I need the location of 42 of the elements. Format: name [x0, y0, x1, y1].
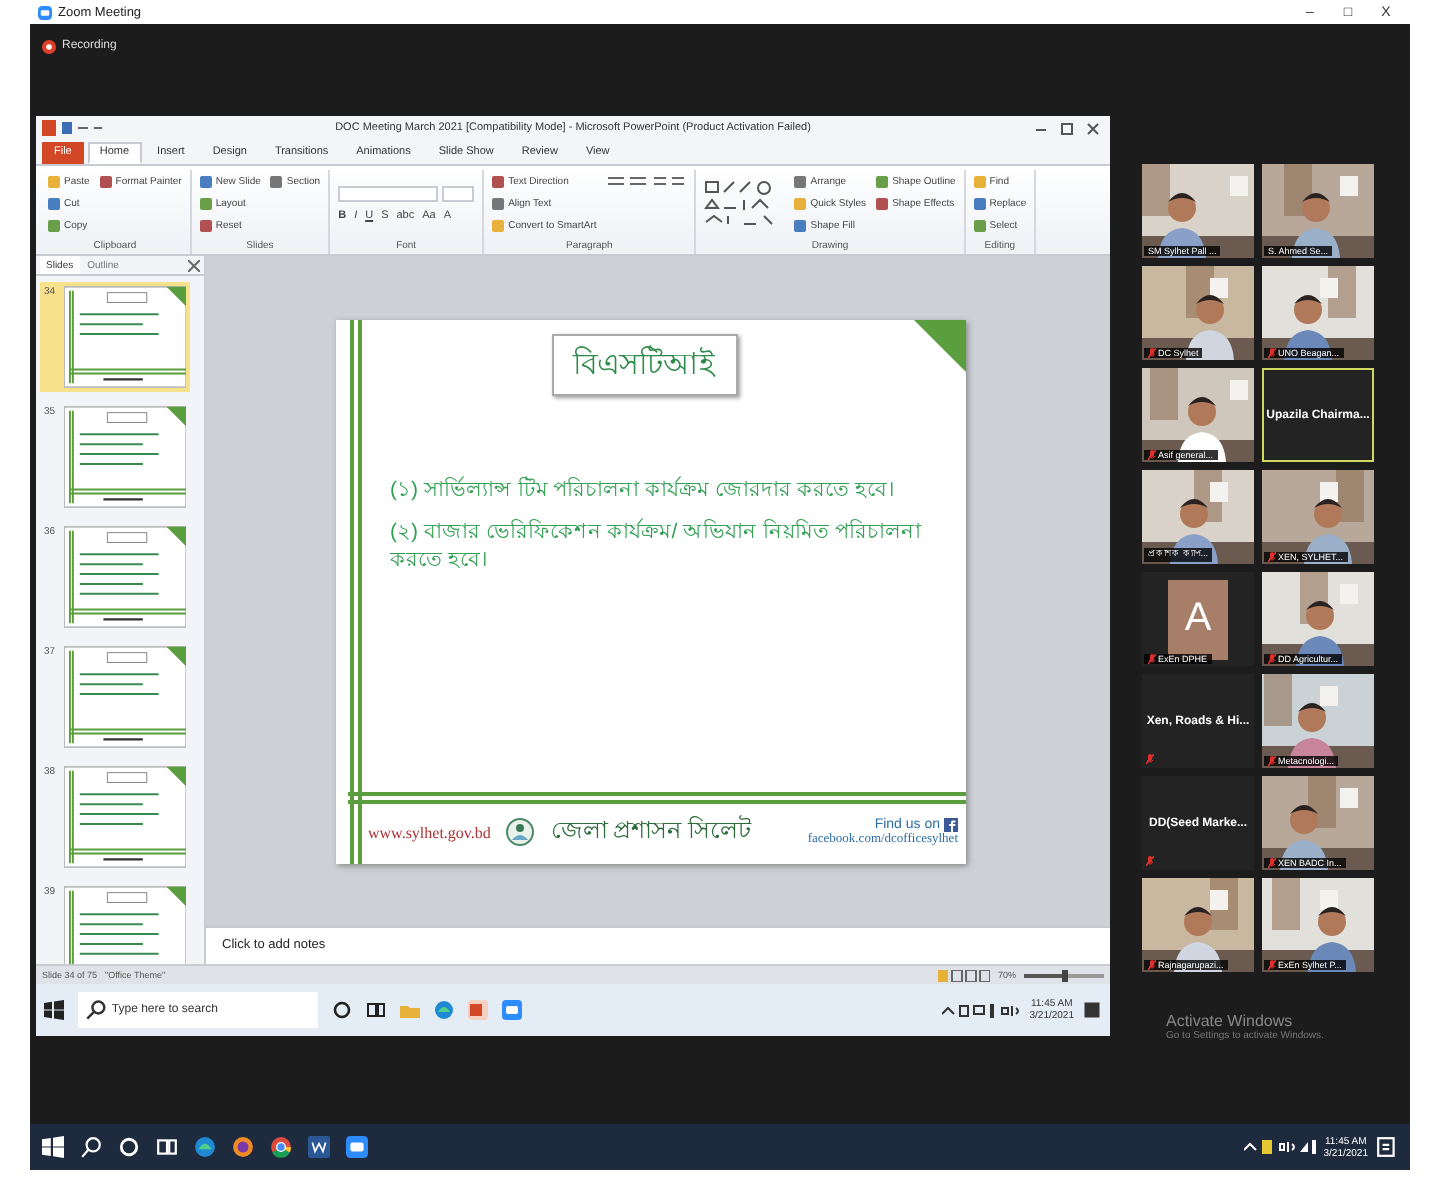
bullet-point: (২) বাজার ভেরিফিকেশন কার্যক্রম/ অভিযান নিয়মিত পরিচালনা করতে হবে।	[390, 517, 924, 577]
watermark-title: Activate Windows	[1166, 1012, 1295, 1030]
slide-thumbnail[interactable]	[63, 406, 186, 508]
emblem-icon	[506, 818, 535, 846]
task-view-icon[interactable]	[156, 1136, 178, 1158]
facebook-icon	[944, 818, 958, 832]
task-view-icon[interactable]	[366, 1000, 386, 1020]
search-icon	[86, 1000, 106, 1020]
notifications-icon[interactable]	[1376, 1136, 1398, 1158]
slide-thumbnail[interactable]	[63, 886, 186, 964]
windows-start-icon[interactable]	[42, 1136, 64, 1158]
recording-icon	[42, 40, 56, 54]
system-tray-icons[interactable]	[941, 1003, 1022, 1017]
corner-triangle	[914, 320, 966, 372]
zoom-app-icon[interactable]	[346, 1136, 368, 1158]
cortana-icon[interactable]	[332, 1000, 352, 1020]
edge-icon[interactable]	[194, 1136, 216, 1158]
powerpoint-icon[interactable]	[468, 1000, 488, 1020]
close-icon[interactable]	[188, 259, 200, 271]
slide-title: বিএসটিআই	[551, 334, 737, 396]
tool-icon	[270, 175, 283, 188]
system-tray-icons[interactable]	[1243, 1140, 1316, 1154]
zoom-logo-icon	[38, 5, 52, 19]
slide-thumbnail[interactable]	[63, 766, 186, 868]
firefox-icon[interactable]	[232, 1136, 254, 1158]
slide-thumbnail[interactable]	[63, 646, 186, 748]
slide-thumbnail[interactable]	[63, 286, 186, 388]
bullet-point: (১) সার্ভিল্যান্স টিম পরিচালনা কার্যক্রম জোরদার করতে হবে।	[390, 476, 897, 506]
tool-icon	[99, 175, 112, 188]
font-name-field[interactable]	[338, 186, 439, 202]
office-name: জেলা প্রশাসন সিলেট	[550, 813, 753, 848]
list-buttons-icon[interactable]	[606, 173, 687, 190]
view-buttons-icon[interactable]	[937, 969, 990, 981]
notifications-icon[interactable]	[1082, 1000, 1102, 1020]
word-icon[interactable]	[308, 1136, 330, 1158]
slide-thumbnail[interactable]	[63, 526, 186, 628]
search-icon[interactable]	[80, 1136, 102, 1158]
window-controls-icon[interactable]	[1032, 121, 1104, 135]
chrome-icon[interactable]	[270, 1136, 292, 1158]
slider-thumb[interactable]	[1061, 969, 1067, 981]
windows-start-icon[interactable]	[44, 1000, 64, 1020]
font-size-field[interactable]	[442, 186, 475, 202]
